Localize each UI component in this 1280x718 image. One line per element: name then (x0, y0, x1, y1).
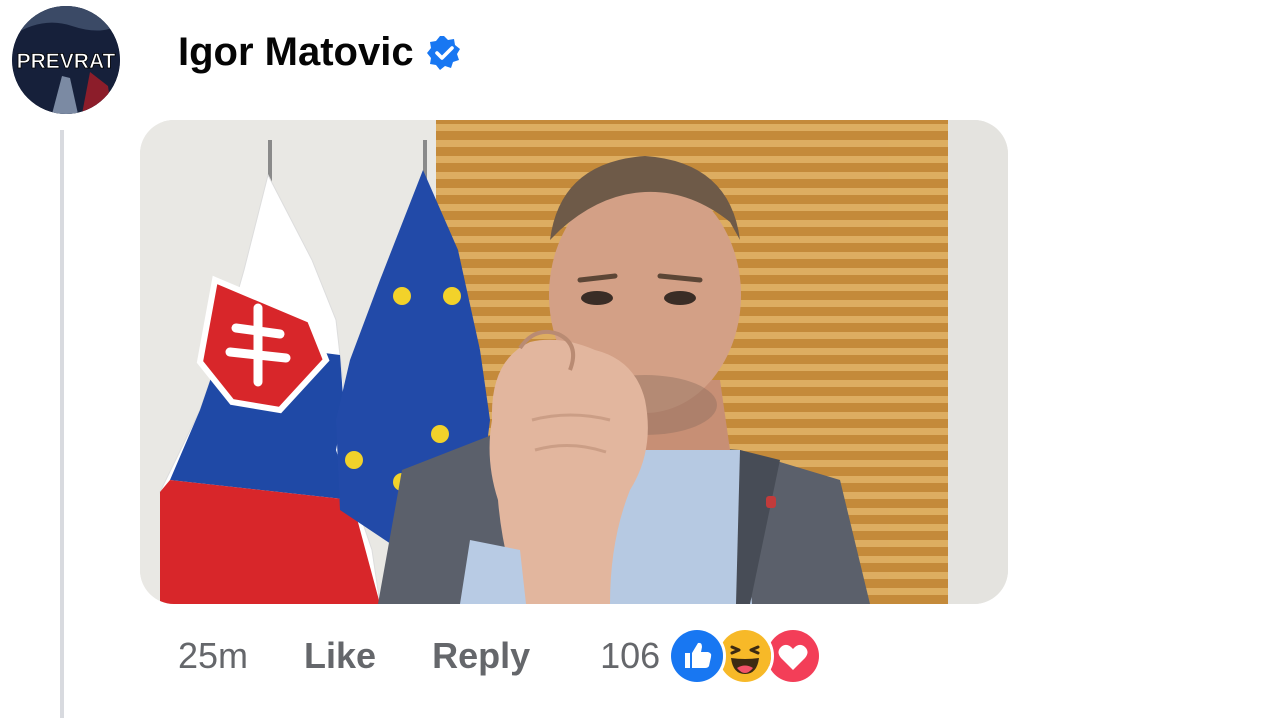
comment: PREVRAT Igor Matovic 25m Like Reply 106 (0, 0, 1280, 718)
reply-button[interactable]: Reply (432, 635, 530, 677)
verified-badge-icon (426, 35, 462, 71)
reactions-summary[interactable]: 106 (600, 627, 823, 685)
author-row: Igor Matovic (178, 30, 462, 75)
like-icon (668, 627, 727, 685)
reaction-count: 106 (600, 635, 661, 676)
avatar-logo-text: PREVRAT (17, 50, 116, 73)
comment-timestamp[interactable]: 25m (178, 635, 248, 677)
video-thumbnail[interactable] (140, 120, 1008, 604)
author-name[interactable]: Igor Matovic (178, 30, 414, 75)
avatar[interactable]: PREVRAT (12, 6, 120, 114)
comment-actions: 25m Like Reply 106 (178, 627, 823, 685)
like-button[interactable]: Like (304, 635, 376, 677)
thread-line (60, 130, 64, 718)
video-thumbnail-image (140, 120, 1008, 604)
avatar-image: PREVRAT (12, 6, 120, 114)
